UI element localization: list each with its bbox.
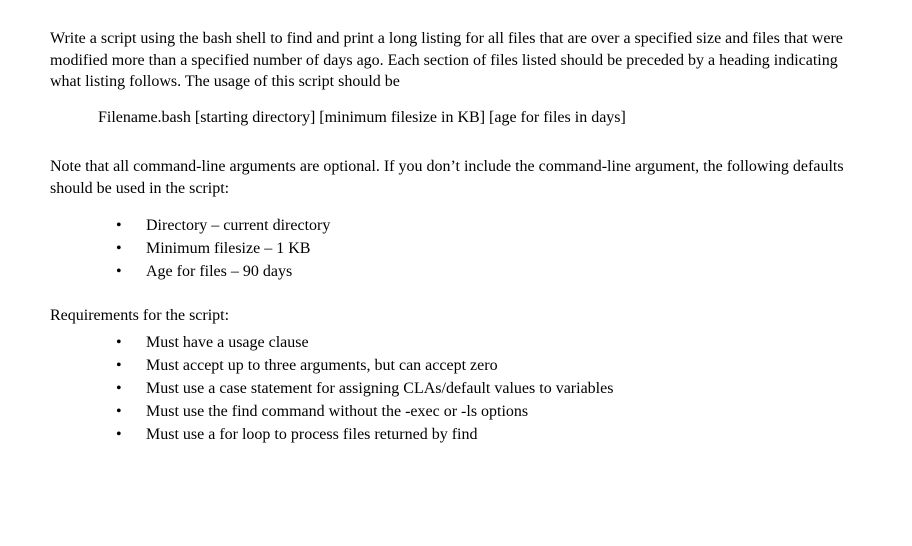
usage-line: Filename.bash [starting directory] [mini… <box>98 107 862 129</box>
intro-paragraph: Write a script using the bash shell to f… <box>50 28 862 93</box>
list-item: Directory – current directory <box>116 214 862 237</box>
list-item: Must use a for loop to process files ret… <box>116 423 862 446</box>
list-item: Must use a case statement for assigning … <box>116 377 862 400</box>
list-item: Must have a usage clause <box>116 331 862 354</box>
list-item: Must accept up to three arguments, but c… <box>116 354 862 377</box>
requirements-heading: Requirements for the script: <box>50 305 862 327</box>
requirements-list: Must have a usage clause Must accept up … <box>116 331 862 447</box>
defaults-list: Directory – current directory Minimum fi… <box>116 214 862 284</box>
list-item: Age for files – 90 days <box>116 260 862 283</box>
list-item: Must use the find command without the -e… <box>116 400 862 423</box>
note-paragraph: Note that all command-line arguments are… <box>50 156 862 199</box>
list-item: Minimum filesize – 1 KB <box>116 237 862 260</box>
